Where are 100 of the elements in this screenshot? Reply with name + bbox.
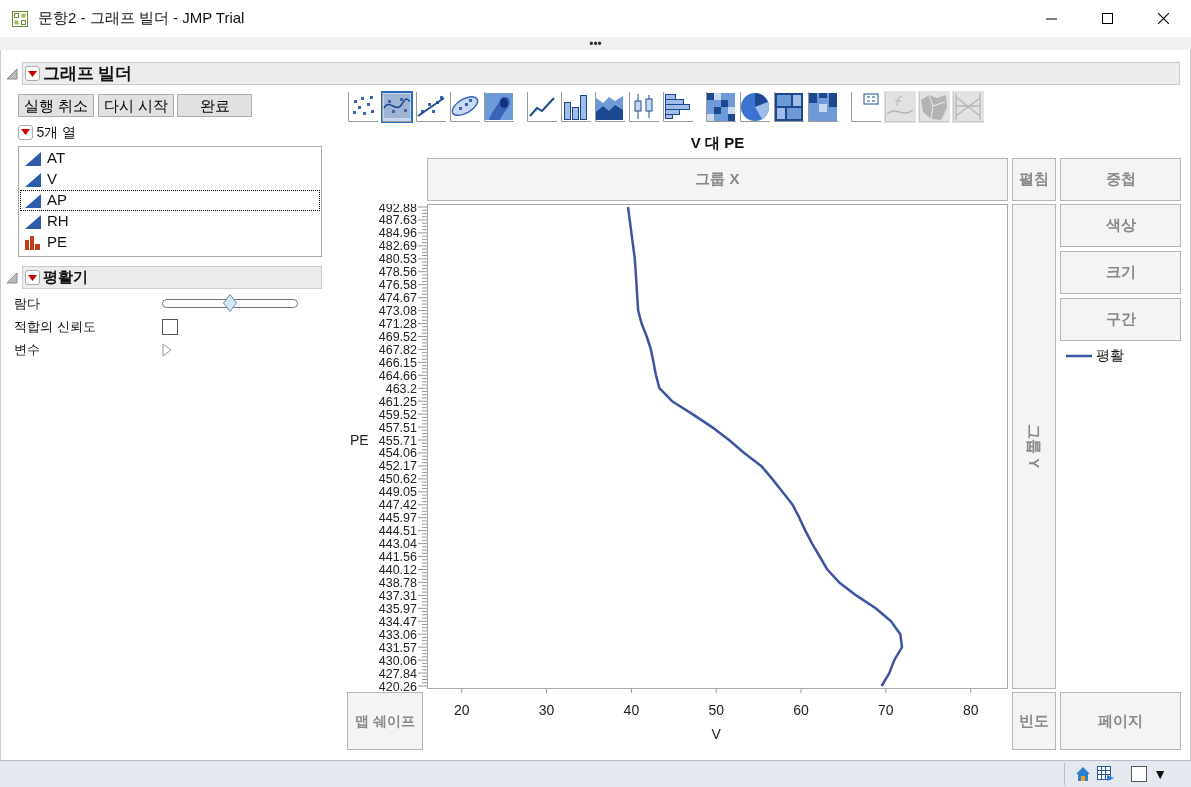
axis-label: 449.05: [378, 485, 417, 500]
square-icon[interactable]: [1131, 766, 1148, 782]
axis-label: 80: [962, 702, 979, 718]
field-label: 람다: [14, 294, 41, 313]
line-fit-icon[interactable]: [415, 91, 447, 123]
checkbox[interactable]: [162, 318, 178, 335]
axis-label: 454.06: [378, 446, 417, 461]
section-title: 그래프 빌더: [42, 62, 133, 85]
axis-label: 476.58: [378, 278, 417, 293]
menu-button[interactable]: [18, 124, 33, 140]
more-handle[interactable]: •••: [589, 37, 602, 50]
continuous-icon: [25, 151, 41, 166]
treemap-icon[interactable]: [773, 91, 805, 123]
axis-label: 438.78: [378, 575, 417, 590]
axis-label: 474.67: [378, 291, 417, 306]
axis-label: 464.66: [378, 368, 417, 383]
axis-label: 20: [454, 702, 470, 718]
axis-label: 463.2: [385, 381, 417, 396]
axis-label: 457.51: [378, 420, 417, 435]
axis-label: 444.51: [378, 524, 417, 539]
action-button[interactable]: 실행 취소: [18, 94, 95, 117]
axis-label: 478.56: [378, 265, 417, 280]
field-label: 적합의 신뢰도: [14, 317, 97, 336]
window-title: 문항2 - 그래프 빌더 - JMP Trial: [38, 8, 245, 29]
axis-label: 420.26: [378, 679, 417, 694]
collapse-icon[interactable]: [6, 67, 18, 80]
ellipse-icon[interactable]: [449, 91, 481, 123]
axis-label: 40: [623, 702, 640, 718]
action-button[interactable]: 완료: [177, 94, 253, 117]
axis-label: 435.97: [378, 601, 417, 616]
smoother-icon[interactable]: [381, 91, 413, 123]
axis-label: 437.31: [378, 588, 417, 603]
axis-label: 484.96: [378, 226, 417, 241]
axis-label: 440.12: [378, 563, 417, 577]
area-chart-icon[interactable]: [594, 91, 626, 123]
grid-icon[interactable]: [1097, 766, 1116, 782]
column-item[interactable]: PE: [20, 232, 320, 253]
axis-label: 445.97: [378, 511, 417, 526]
contour-icon[interactable]: [483, 91, 515, 123]
column-item[interactable]: AP: [20, 190, 320, 211]
heatmap-icon[interactable]: [705, 91, 737, 123]
column-name: RH: [47, 211, 69, 232]
axis-label: 452.17: [378, 459, 417, 474]
graph-title: V 대 PE: [690, 134, 745, 151]
dropdown-arrow[interactable]: ▼: [1153, 763, 1167, 785]
axis-label: 30: [538, 702, 555, 718]
menu-button[interactable]: [24, 270, 40, 285]
axis-label: 487.63: [378, 213, 417, 228]
axis-label: 427.84: [378, 666, 417, 681]
bar-chart-icon[interactable]: [560, 91, 592, 123]
axis-label: 50: [708, 702, 724, 718]
axis-label: 461.25: [378, 394, 417, 409]
caret-icon: [27, 70, 37, 77]
caret-icon: [21, 129, 30, 135]
histogram-icon[interactable]: [662, 91, 694, 123]
app-icon: [12, 10, 28, 27]
axis-label: 467.82: [378, 342, 417, 357]
field-label: 변수: [14, 340, 41, 359]
column-item[interactable]: AT: [20, 148, 320, 169]
columns-label: 5개 열: [36, 122, 77, 142]
menu-button[interactable]: [24, 66, 40, 81]
legend-label: 평활: [1095, 346, 1124, 365]
caption-box-icon[interactable]: [850, 91, 882, 123]
axis-label: 459.52: [378, 407, 417, 422]
axis-label: 450.62: [378, 472, 417, 487]
continuous-icon: [25, 193, 41, 208]
axis-title[interactable]: PE: [350, 432, 369, 449]
axis-label: 473.08: [378, 304, 417, 319]
continuous-icon: [25, 172, 41, 187]
axis-label: 434.47: [378, 614, 417, 629]
axis-label: 60: [793, 702, 809, 718]
axis-label: 443.04: [378, 537, 417, 552]
scatter-plot-icon[interactable]: [347, 91, 379, 123]
bar-chart-icon: [25, 235, 41, 250]
column-item[interactable]: RH: [20, 211, 320, 232]
action-button[interactable]: 다시 시작: [97, 94, 174, 117]
column-name: AP: [47, 190, 67, 211]
column-name: V: [47, 169, 57, 190]
pie-chart-icon[interactable]: [739, 91, 771, 123]
axis-label: 480.53: [378, 252, 417, 267]
axis-label: 482.69: [378, 239, 417, 254]
axis-label: 431.57: [378, 640, 417, 655]
line-chart-icon[interactable]: [526, 91, 558, 123]
caret-icon: [27, 274, 37, 281]
section-title: 평활기: [42, 267, 88, 288]
column-name: AT: [47, 148, 66, 169]
axis-label: 471.28: [378, 317, 417, 331]
axis-label: 455.71: [378, 433, 417, 448]
collapse-icon[interactable]: [6, 271, 18, 284]
axis-label: 447.42: [378, 498, 417, 513]
axis-label: 433.06: [378, 627, 417, 642]
column-item[interactable]: V: [20, 169, 320, 190]
axis-label: 466.15: [378, 355, 417, 370]
axis-label: 441.56: [378, 550, 417, 565]
home-icon[interactable]: [1075, 766, 1092, 782]
axis-label: 70: [878, 702, 894, 718]
axis-title[interactable]: V: [711, 726, 721, 742]
mosaic-plot-icon[interactable]: [807, 91, 839, 123]
axis-label: 430.06: [378, 653, 417, 668]
slider-thumb[interactable]: [223, 294, 237, 312]
